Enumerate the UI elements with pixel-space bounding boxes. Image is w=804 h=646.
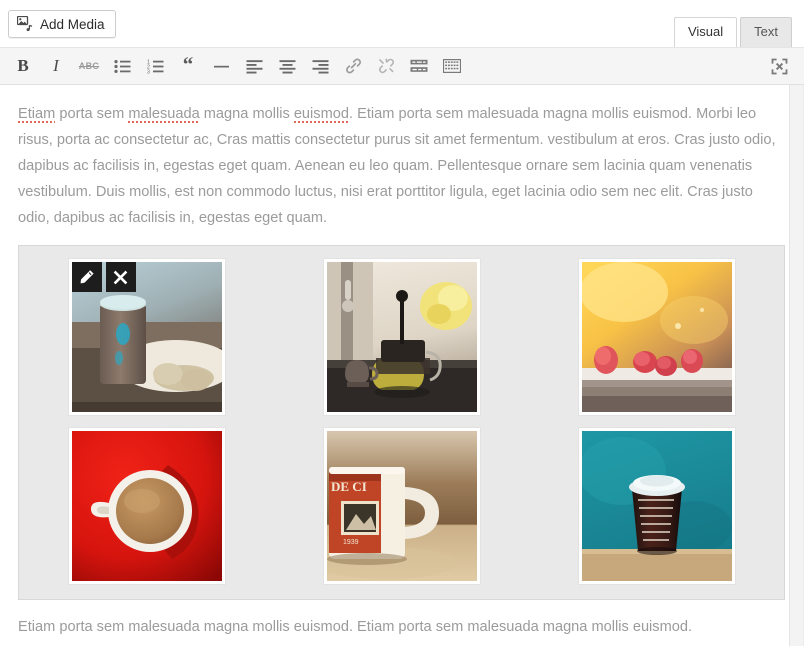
read-more-button[interactable]	[404, 52, 434, 80]
bulleted-list-button[interactable]	[107, 52, 137, 80]
bold-button[interactable]: B	[8, 52, 38, 80]
misspelled-word: malesuada	[128, 106, 200, 124]
editor-scrollbar[interactable]	[789, 85, 803, 646]
gallery-item[interactable]	[67, 427, 226, 585]
quote-icon: “	[182, 51, 194, 76]
editor-content-area[interactable]: Etiam porta sem malesuada magna mollis e…	[0, 85, 804, 646]
align-center-button[interactable]	[272, 52, 302, 80]
tab-visual[interactable]: Visual	[673, 17, 738, 47]
add-media-label: Add Media	[40, 16, 105, 32]
remove-link-button[interactable]	[371, 52, 401, 80]
gallery-item[interactable]	[67, 258, 226, 416]
image-action-overlay	[71, 262, 136, 292]
gallery-image-raspberries	[581, 262, 732, 412]
strikethrough-button[interactable]: ABC	[74, 52, 104, 80]
align-right-button[interactable]	[305, 52, 335, 80]
image-gallery[interactable]: DE CI 1939	[18, 245, 785, 600]
formatting-toolbar: B I ABC 1 2 3 “	[0, 48, 804, 85]
gallery-image-teapot	[326, 262, 477, 412]
editor-top-bar: Add Media Visual Text	[0, 0, 804, 48]
fullscreen-button[interactable]	[764, 52, 794, 80]
kitchen-sink-icon	[443, 59, 461, 73]
editor-mode-tabs: Visual Text	[671, 12, 792, 47]
italic-icon: I	[53, 56, 59, 75]
horizontal-rule-icon	[213, 59, 230, 74]
align-right-icon	[312, 59, 329, 74]
ordered-list-icon: 1 2 3	[147, 59, 164, 74]
align-center-icon	[279, 59, 296, 74]
gallery-row	[19, 258, 784, 416]
add-media-button[interactable]: Add Media	[8, 10, 116, 38]
tab-text[interactable]: Text	[740, 17, 792, 47]
edit-image-button[interactable]	[71, 262, 102, 292]
insert-link-button[interactable]	[338, 52, 368, 80]
link-icon	[345, 58, 362, 74]
misspelled-word: Etiam	[18, 106, 56, 124]
paragraph-top[interactable]: Etiam porta sem malesuada magna mollis e…	[0, 85, 803, 231]
gallery-image-teal-cup	[581, 431, 732, 581]
horizontal-rule-button[interactable]	[206, 52, 236, 80]
unlink-icon	[378, 58, 395, 74]
paragraph-top-rest: Etiam porta sem malesuada magna mollis e…	[18, 106, 776, 226]
toolbar-toggle-button[interactable]	[437, 52, 467, 80]
unordered-list-icon	[113, 59, 131, 74]
gallery-row: DE CI 1939	[19, 427, 784, 585]
media-library-icon	[16, 15, 33, 32]
blockquote-button[interactable]: “	[173, 52, 203, 80]
svg-text:3: 3	[147, 69, 150, 74]
bold-icon: B	[17, 56, 29, 75]
fullscreen-icon	[771, 58, 788, 75]
paragraph-bottom[interactable]: Etiam porta sem malesuada magna mollis e…	[0, 600, 803, 640]
svg-text:DE CI: DE CI	[331, 479, 367, 494]
remove-image-button[interactable]	[105, 262, 136, 292]
svg-text:1939: 1939	[343, 539, 359, 546]
strikethrough-icon: ABC	[78, 61, 100, 71]
gallery-item[interactable]	[577, 427, 736, 585]
gallery-image-red-coffee	[71, 431, 222, 581]
gallery-item[interactable]	[322, 258, 481, 416]
gallery-item[interactable]	[577, 258, 736, 416]
align-left-icon	[246, 59, 263, 74]
italic-button[interactable]: I	[41, 52, 71, 80]
align-left-button[interactable]	[239, 52, 269, 80]
misspelled-word: euismod	[293, 106, 349, 124]
paragraph-top-mid: porta sem	[55, 106, 129, 122]
read-more-icon	[410, 59, 428, 73]
gallery-image-stamp-mug: DE CI 1939	[326, 431, 477, 581]
numbered-list-button[interactable]: 1 2 3	[140, 52, 170, 80]
gallery-item[interactable]: DE CI 1939	[322, 427, 481, 585]
